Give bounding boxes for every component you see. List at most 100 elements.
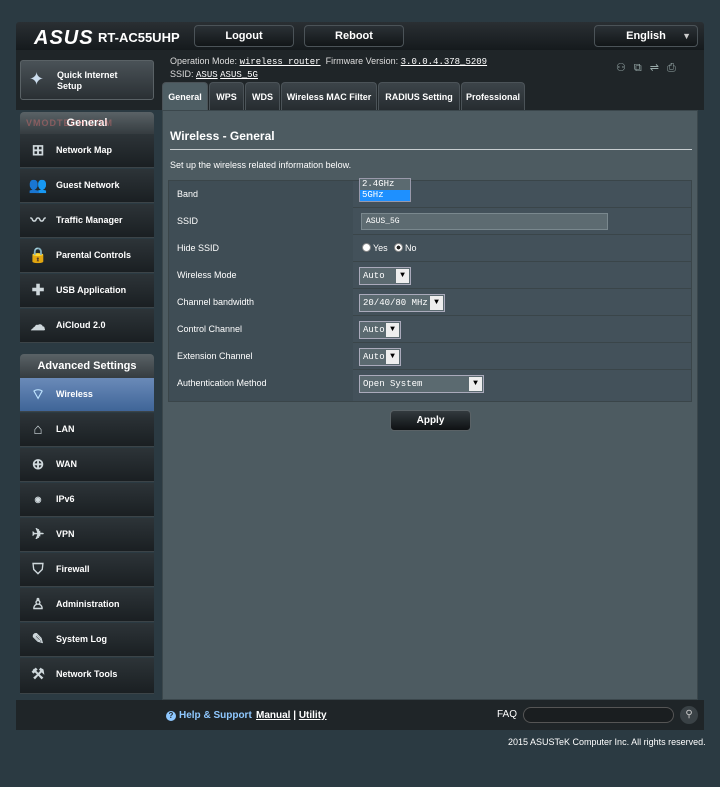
- sidebar-item-label: Guest Network: [56, 180, 120, 190]
- chevron-down-icon: ▼: [469, 377, 482, 391]
- authentication-select[interactable]: Open System ▼: [359, 375, 484, 393]
- sidebar-item-label: VPN: [56, 529, 75, 539]
- chevron-down-icon: ▼: [682, 31, 691, 41]
- ssid-input[interactable]: ASUS_5G: [361, 213, 608, 230]
- tab-professional[interactable]: Professional: [461, 82, 525, 110]
- sidebar-item-network-tools[interactable]: ⚒ Network Tools: [20, 658, 154, 694]
- sidebar-item-label: IPv6: [56, 494, 75, 504]
- chevron-down-icon: ▼: [386, 323, 399, 337]
- status-icons: ⚇⧉⇌⎙: [616, 61, 684, 75]
- hide-ssid-label: Hide SSID: [169, 235, 353, 262]
- language-select[interactable]: English ▼: [594, 25, 698, 47]
- title-divider: [170, 149, 692, 150]
- shield-icon: ⛉: [32, 561, 44, 578]
- firmware-label: Firmware Version:: [325, 56, 399, 66]
- qis-label-1: Quick Internet: [57, 70, 118, 80]
- faq-search-input[interactable]: [523, 707, 674, 723]
- sidebar-item-network-map[interactable]: ⊞ Network Map: [20, 134, 154, 168]
- settings-form: Band SSID ASUS_5G Hide SSID Yes No Wirel…: [168, 180, 692, 402]
- router-model: RT-AC55UHP: [98, 30, 180, 45]
- firmware-link[interactable]: 3.0.0.4.378_5209: [401, 57, 487, 67]
- user-icon: ♙: [31, 596, 45, 613]
- tab-general[interactable]: General: [162, 82, 208, 110]
- sidebar-item-label: USB Application: [56, 285, 127, 295]
- control-channel-select[interactable]: Auto ▼: [359, 321, 401, 339]
- band-select-list[interactable]: 2.4GHz 5GHz: [359, 178, 411, 202]
- logout-button[interactable]: Logout: [194, 25, 294, 47]
- vpn-icon: ✈: [31, 526, 45, 543]
- sidebar-item-wireless[interactable]: ⌔ Wireless: [20, 378, 154, 412]
- ssid-line: SSID: ASUS ASUS_5G: [170, 69, 258, 80]
- sidebar-item-traffic-manager[interactable]: 〰 Traffic Manager: [20, 204, 154, 238]
- radio-no-label: No: [405, 243, 417, 253]
- apply-button[interactable]: Apply: [390, 410, 471, 431]
- wireless-mode-value: Auto: [363, 271, 385, 281]
- authentication-label: Authentication Method: [169, 370, 353, 401]
- sidebar-item-guest-network[interactable]: 👥 Guest Network: [20, 169, 154, 203]
- extension-channel-value: Auto: [363, 352, 385, 362]
- link-separator: |: [293, 710, 297, 721]
- sidebar-item-administration[interactable]: ♙ Administration: [20, 588, 154, 622]
- operation-mode-link[interactable]: wireless router: [240, 57, 321, 67]
- help-support-link[interactable]: ? Help & Support: [166, 710, 252, 721]
- control-channel-label: Control Channel: [169, 316, 353, 343]
- cloud-icon: ☁: [30, 317, 46, 334]
- tab-radius-setting[interactable]: RADIUS Setting: [378, 82, 460, 110]
- authentication-row: Authentication Method Open System ▼: [169, 370, 691, 401]
- wireless-mode-select[interactable]: Auto ▼: [359, 267, 411, 285]
- wireless-mode-row: Wireless Mode Auto ▼: [169, 262, 691, 289]
- sidebar-item-firewall[interactable]: ⛉ Firewall: [20, 553, 154, 587]
- radio-unchecked-icon: [362, 243, 371, 252]
- watermark: VMODTECH.COM: [26, 118, 113, 128]
- sidebar-item-usb-application[interactable]: ✚ USB Application: [20, 274, 154, 308]
- ssid-5g-link[interactable]: ASUS_5G: [220, 70, 258, 80]
- sidebar-item-lan[interactable]: ⌂ LAN: [20, 413, 154, 447]
- control-channel-value: Auto: [363, 325, 385, 335]
- quick-internet-setup-button[interactable]: ✦ Quick Internet Setup: [20, 60, 154, 100]
- ssid-label: SSID:: [170, 69, 194, 79]
- ssid-24-link[interactable]: ASUS: [196, 70, 218, 80]
- extension-channel-select[interactable]: Auto ▼: [359, 348, 401, 366]
- sidebar-item-ipv6[interactable]: ◉ IPv6: [20, 483, 154, 517]
- advanced-settings-header: Advanced Settings: [20, 354, 154, 378]
- guest-users-icon: 👥: [28, 177, 48, 194]
- manual-link[interactable]: Manual: [256, 710, 290, 721]
- band-option-5ghz[interactable]: 5GHz: [360, 190, 410, 201]
- wifi-icon: ⌔: [30, 386, 46, 403]
- channel-bandwidth-select[interactable]: 20/40/80 MHz ▼: [359, 294, 445, 312]
- globe-icon: ⊕: [31, 456, 45, 473]
- ipv6-icon: ◉: [34, 495, 42, 504]
- channel-bandwidth-label: Channel bandwidth: [169, 289, 353, 316]
- hide-ssid-no-radio[interactable]: No: [394, 243, 417, 253]
- sidebar-item-system-log[interactable]: ✎ System Log: [20, 623, 154, 657]
- radio-checked-icon: [394, 243, 403, 252]
- search-icon[interactable]: ⚲: [680, 706, 698, 724]
- sidebar-item-vpn[interactable]: ✈ VPN: [20, 518, 154, 552]
- hide-ssid-yes-radio[interactable]: Yes: [362, 243, 388, 253]
- tab-wds[interactable]: WDS: [245, 82, 280, 110]
- home-icon: ⌂: [33, 421, 43, 438]
- clients-icon[interactable]: ⚇: [616, 62, 634, 74]
- network-icon[interactable]: ⧉: [634, 62, 650, 74]
- control-channel-row: Control Channel Auto ▼: [169, 316, 691, 343]
- sidebar-item-label: WAN: [56, 459, 77, 469]
- usb-icon[interactable]: ⇌: [650, 62, 667, 74]
- lock-icon: 🔒: [28, 247, 48, 264]
- sidebar-item-aicloud[interactable]: ☁ AiCloud 2.0: [20, 309, 154, 343]
- wand-icon: ✦: [29, 69, 45, 89]
- reboot-button[interactable]: Reboot: [304, 25, 404, 47]
- tab-wireless-mac-filter[interactable]: Wireless MAC Filter: [281, 82, 377, 110]
- traffic-chart-icon: 〰: [30, 212, 46, 229]
- sidebar-item-label: AiCloud 2.0: [56, 320, 106, 330]
- utility-link[interactable]: Utility: [299, 710, 327, 721]
- sidebar-item-parental-controls[interactable]: 🔒 Parental Controls: [20, 239, 154, 273]
- language-label: English: [626, 30, 666, 42]
- printer-icon[interactable]: ⎙: [667, 62, 684, 74]
- channel-bandwidth-value: 20/40/80 MHz: [363, 298, 428, 308]
- chevron-down-icon: ▼: [430, 296, 443, 310]
- sidebar-item-label: Wireless: [56, 389, 93, 399]
- band-option-24ghz[interactable]: 2.4GHz: [360, 179, 410, 190]
- tab-wps[interactable]: WPS: [209, 82, 244, 110]
- sidebar-item-label: LAN: [56, 424, 75, 434]
- sidebar-item-wan[interactable]: ⊕ WAN: [20, 448, 154, 482]
